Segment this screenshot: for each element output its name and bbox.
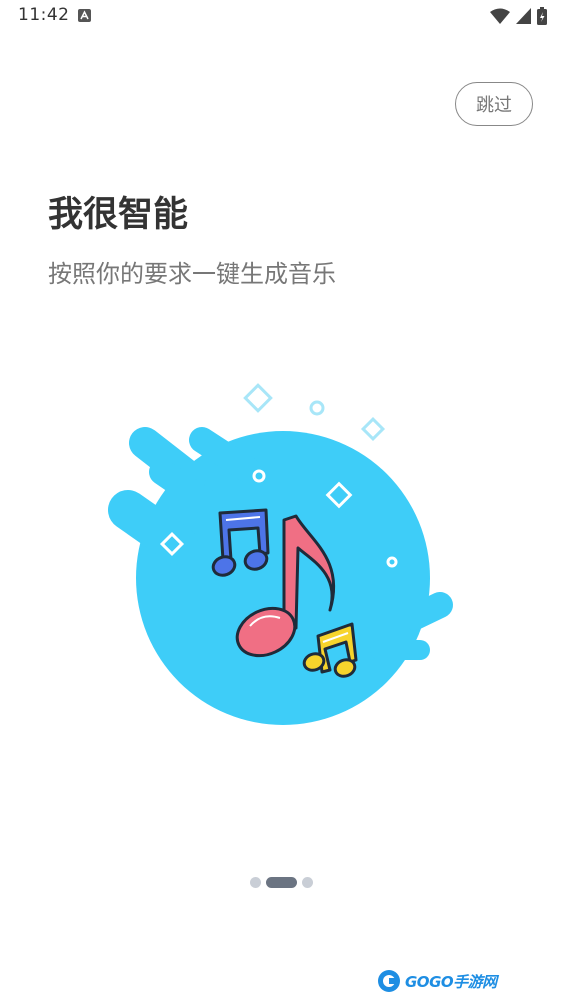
skip-button[interactable]: 跳过 xyxy=(455,82,533,126)
page-dot-2-active[interactable] xyxy=(266,876,297,888)
status-time: 11:42 xyxy=(18,5,70,25)
page-title: 我很智能 xyxy=(48,195,189,235)
status-icons xyxy=(490,7,547,25)
page-indicator xyxy=(250,876,313,888)
gogo-logo-icon xyxy=(378,970,400,992)
status-bar: 11:42 xyxy=(0,0,565,32)
wifi-icon xyxy=(490,8,510,24)
music-notes-illustration xyxy=(108,383,453,725)
page-dot-1[interactable] xyxy=(250,876,261,888)
notification-icon xyxy=(78,9,91,22)
signal-icon xyxy=(516,8,531,24)
battery-icon xyxy=(537,7,547,25)
page-subtitle: 按照你的要求一键生成音乐 xyxy=(48,260,336,288)
page-dot-3[interactable] xyxy=(302,876,313,888)
watermark-brand: GOGO手游网 xyxy=(405,972,497,991)
watermark-logo: GOGO手游网 xyxy=(376,966,497,996)
